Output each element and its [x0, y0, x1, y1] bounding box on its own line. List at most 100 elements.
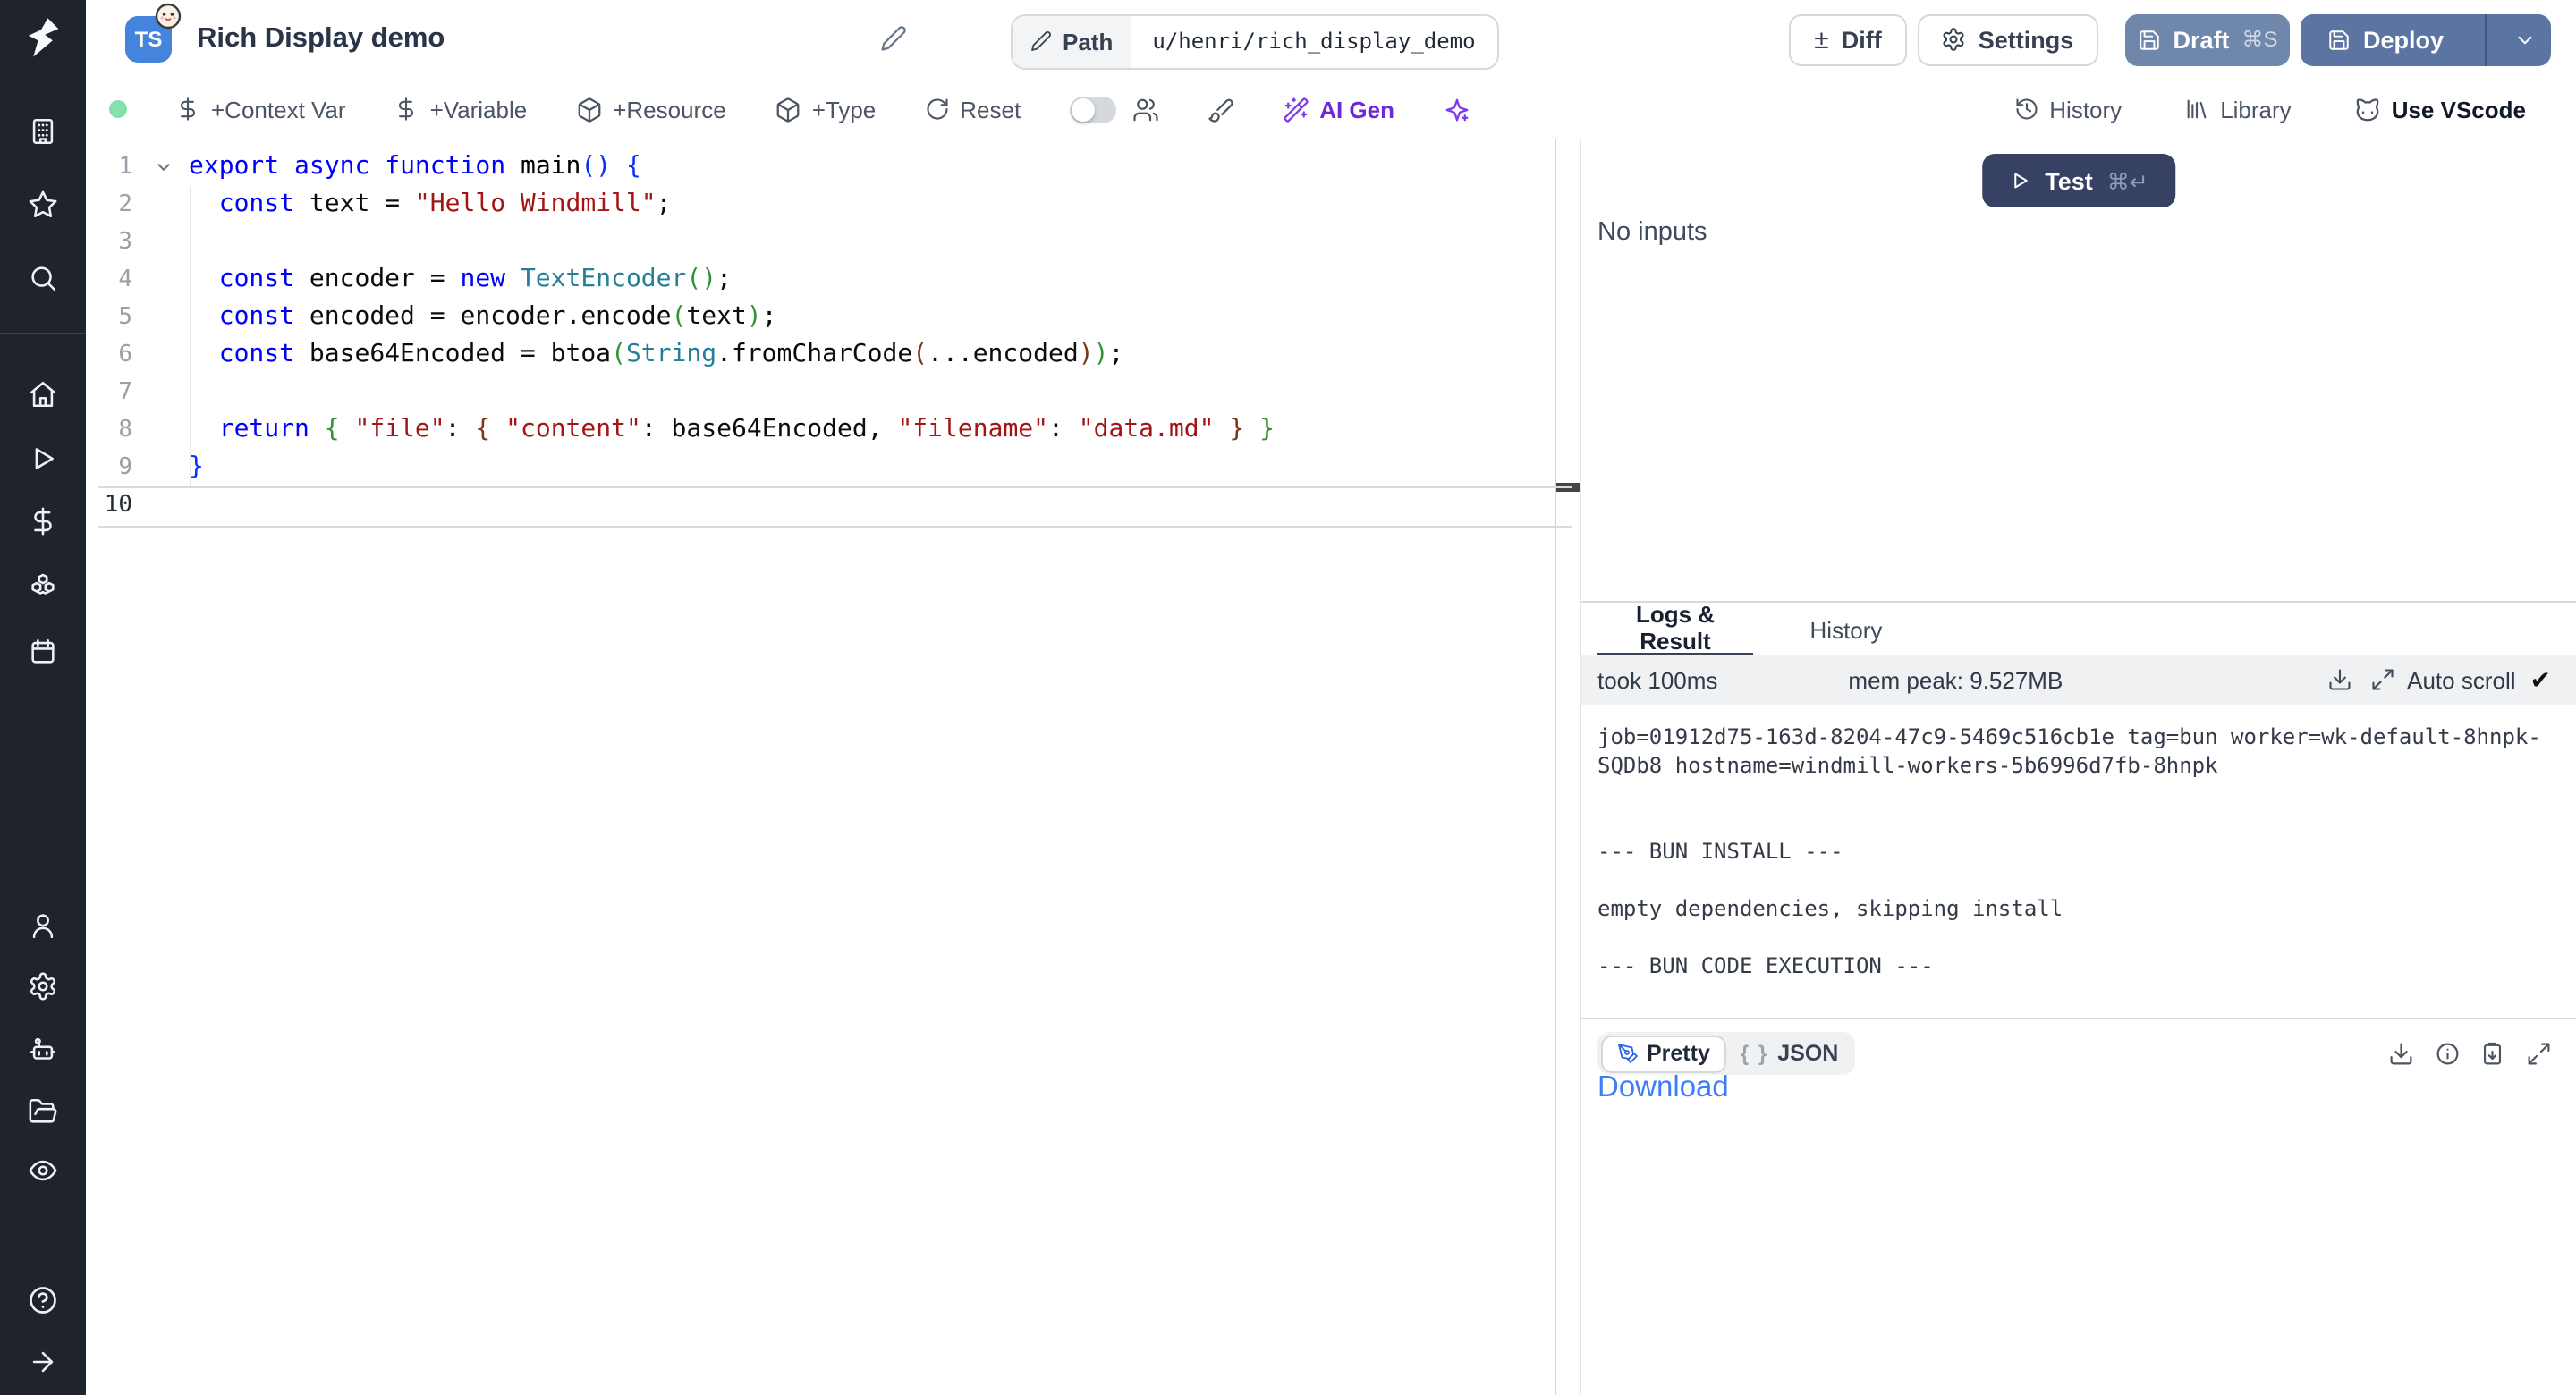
line-number: 6: [86, 336, 132, 374]
download-result-icon[interactable]: [2388, 1041, 2414, 1067]
path-label-section[interactable]: Path: [1013, 15, 1131, 67]
editor-scrollbar[interactable]: [1555, 140, 1581, 1395]
code-line[interactable]: 9}: [86, 449, 1555, 486]
expand-logs-icon[interactable]: [2369, 667, 2394, 692]
add-resource-button[interactable]: +Resource: [575, 96, 725, 123]
user-icon[interactable]: [28, 910, 58, 941]
play-icon[interactable]: [28, 444, 58, 474]
gear-icon[interactable]: [28, 971, 58, 1002]
download-logs-icon[interactable]: [2326, 667, 2351, 692]
code-lines: 1export async function main() {2 const t…: [86, 148, 1555, 524]
format-button[interactable]: [1207, 96, 1233, 123]
library-icon: [2184, 97, 2209, 122]
duration-label: took 100ms: [1597, 666, 1717, 693]
arrow-right-icon[interactable]: [28, 1347, 58, 1377]
editor-toolbar: +Context Var +Variable +Resource +Type R…: [86, 79, 2576, 141]
path-label: Path: [1063, 28, 1113, 55]
tab-logs-result[interactable]: Logs & Result: [1597, 603, 1753, 656]
dollar-icon: [175, 97, 200, 122]
result-divider: [1581, 1018, 2576, 1019]
add-type-button[interactable]: +Type: [775, 96, 877, 123]
line-number: 7: [86, 374, 132, 411]
code-line[interactable]: 8 return { "file": { "content": base64En…: [86, 411, 1555, 449]
fold-chevron-icon[interactable]: [154, 148, 174, 186]
diff-button[interactable]: ± Diff: [1789, 13, 1907, 65]
test-button[interactable]: Test ⌘↵: [1982, 154, 2175, 207]
ai-sparkles-button[interactable]: [1443, 96, 1470, 123]
dollar-icon: [394, 97, 419, 122]
library-button[interactable]: Library: [2184, 96, 2292, 123]
download-result-link[interactable]: Download: [1597, 1071, 1729, 1105]
robot-icon[interactable]: [28, 1036, 58, 1066]
add-context-var-button[interactable]: +Context Var: [175, 96, 346, 123]
tab-history[interactable]: History: [1805, 603, 1887, 656]
add-variable-button[interactable]: +Variable: [394, 96, 528, 123]
line-number: 4: [86, 261, 132, 299]
history-button[interactable]: History: [2013, 96, 2122, 123]
code-line[interactable]: 4 const encoder = new TextEncoder();: [86, 261, 1555, 299]
deploy-dropdown[interactable]: [2498, 28, 2550, 51]
line-number: 2: [86, 186, 132, 224]
code-line[interactable]: 6 const base64Encoded = btoa(String.from…: [86, 336, 1555, 374]
history-icon: [2013, 97, 2038, 122]
ai-gen-button[interactable]: AI Gen: [1282, 96, 1394, 123]
code-line[interactable]: 3: [86, 224, 1555, 261]
check-icon[interactable]: ✔: [2530, 664, 2551, 695]
code-editor[interactable]: 1export async function main() {2 const t…: [86, 140, 1555, 1395]
diff-icon: ±: [1814, 24, 1828, 55]
path-value[interactable]: u/henri/rich_display_demo: [1131, 15, 1496, 67]
save-icon: [2137, 28, 2160, 51]
deploy-button[interactable]: Deploy: [2300, 13, 2550, 65]
folder-icon[interactable]: [28, 1096, 58, 1127]
code-line[interactable]: 7: [86, 374, 1555, 411]
toggle-switch[interactable]: [1069, 96, 1115, 123]
star-icon[interactable]: [28, 190, 58, 220]
home-icon[interactable]: [28, 379, 58, 410]
gear-icon: [1941, 27, 1966, 52]
calendar-icon[interactable]: [28, 637, 58, 667]
code-line[interactable]: 1export async function main() {: [86, 148, 1555, 186]
wand-sparkles-icon: [1282, 96, 1309, 123]
users-icon[interactable]: [1131, 96, 1158, 123]
autoscroll-label[interactable]: Auto scroll: [2407, 666, 2515, 693]
pen-nib-icon: [1616, 1043, 1638, 1064]
no-inputs-label: No inputs: [1597, 218, 1707, 247]
windmill-script-editor: TS Rich Display demo Path u/henri/rich_d…: [0, 0, 2576, 1395]
paintbrush-icon: [1207, 96, 1233, 123]
expand-result-icon[interactable]: [2525, 1041, 2551, 1067]
code-line[interactable]: 5 const encoded = encoder.encode(text);: [86, 299, 1555, 336]
reset-button[interactable]: Reset: [924, 96, 1021, 123]
header: TS Rich Display demo Path u/henri/rich_d…: [86, 0, 2576, 80]
result-tabs: Logs & Result History: [1581, 601, 2576, 656]
line-number: 1: [86, 148, 132, 186]
json-view-button[interactable]: { } JSON: [1726, 1035, 1852, 1072]
rotate-cw-icon: [924, 97, 949, 122]
search-icon[interactable]: [28, 263, 58, 293]
use-vscode-button[interactable]: Use VScode: [2354, 96, 2526, 123]
settings-button[interactable]: Settings: [1917, 13, 2097, 65]
dollar-icon[interactable]: [28, 506, 58, 537]
run-stats-bar: took 100ms mem peak: 9.527MB Auto scroll…: [1581, 655, 2576, 705]
test-shortcut: ⌘↵: [2107, 167, 2148, 194]
windmill-logo[interactable]: [20, 14, 66, 70]
draft-button[interactable]: Draft ⌘S: [2125, 13, 2290, 65]
status-dot: [109, 100, 127, 118]
sparkles-icon: [1443, 96, 1470, 123]
result-view-switch: Pretty { } JSON: [1597, 1032, 1855, 1075]
info-icon[interactable]: [2434, 1041, 2460, 1067]
diff-mode-toggle-group: [1069, 96, 1158, 123]
cat-icon: [2354, 96, 2381, 123]
pretty-view-button[interactable]: Pretty: [1600, 1035, 1726, 1072]
eye-icon[interactable]: [28, 1155, 58, 1186]
save-icon: [2327, 28, 2351, 51]
package-icon: [775, 96, 801, 123]
edit-title-pencil-icon[interactable]: [880, 25, 907, 52]
boxes-icon[interactable]: [28, 571, 58, 601]
draft-shortcut: ⌘S: [2242, 27, 2278, 52]
building-icon[interactable]: [28, 116, 58, 147]
clipboard-icon[interactable]: [2479, 1041, 2505, 1067]
sidebar-divider: [0, 333, 86, 334]
help-icon[interactable]: [27, 1284, 59, 1316]
code-line[interactable]: 2 const text = "Hello Windmill";: [86, 186, 1555, 224]
path-field[interactable]: Path u/henri/rich_display_demo: [1011, 13, 1499, 69]
